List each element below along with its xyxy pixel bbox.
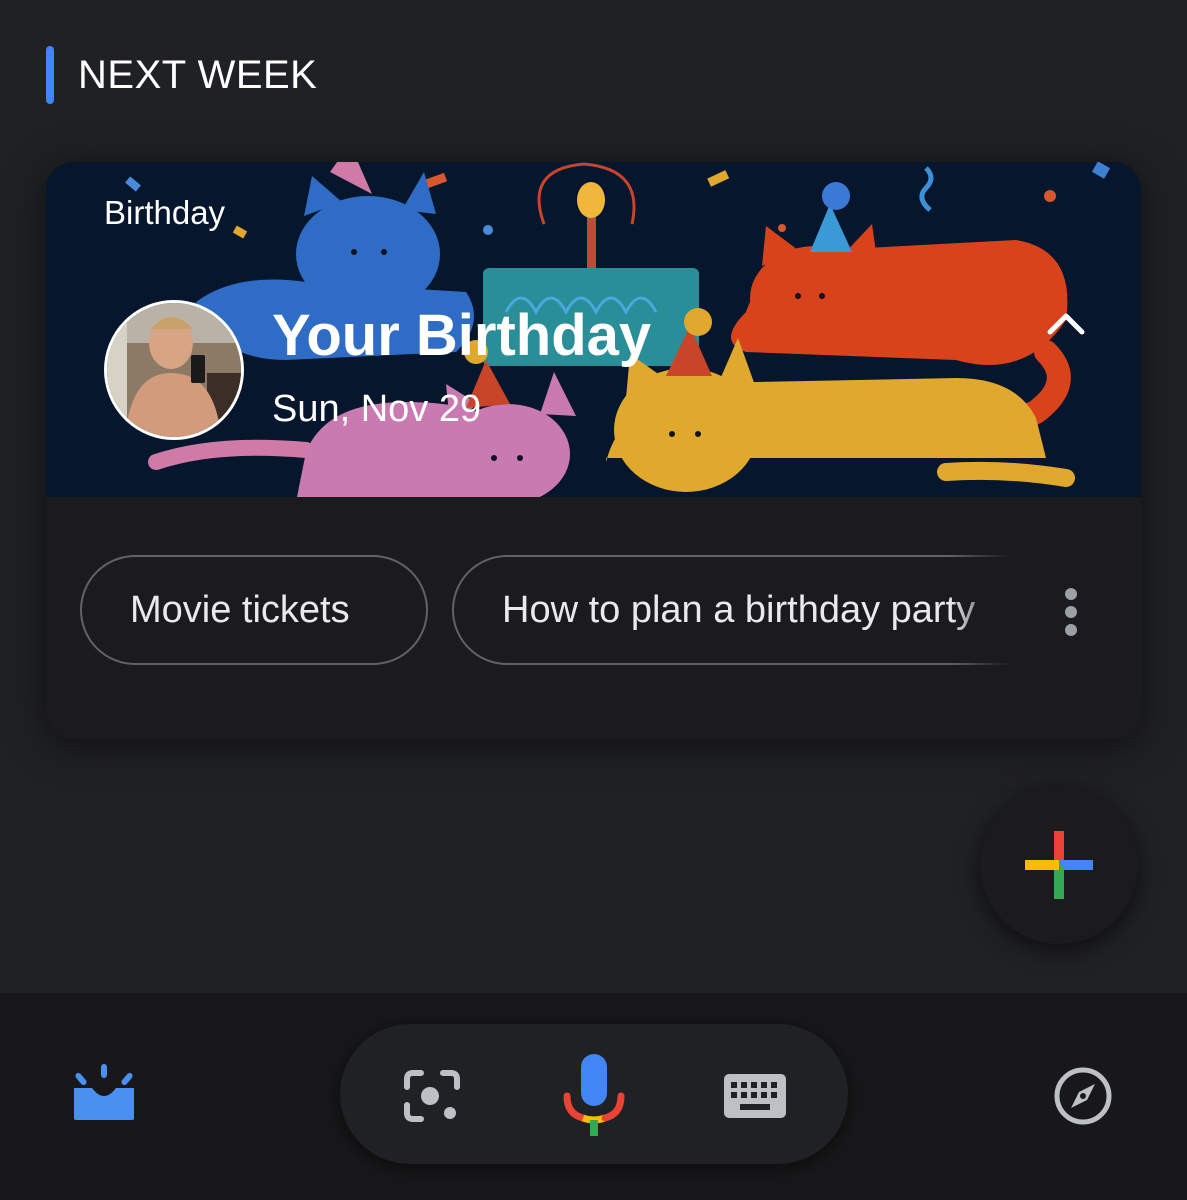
add-fab[interactable] — [980, 786, 1138, 944]
voice-search-button[interactable] — [563, 1054, 625, 1143]
explore-button[interactable] — [1053, 1066, 1113, 1131]
event-type-label: Birthday — [104, 194, 226, 231]
birthday-card[interactable]: Birthday Your Birthday Sun, Nov 29 Movie… — [46, 162, 1141, 739]
chevron-up-icon — [1047, 313, 1085, 335]
section-header: NEXT WEEK — [46, 46, 317, 104]
compass-icon — [1054, 1067, 1112, 1125]
updates-button[interactable] — [72, 1064, 136, 1127]
mic-icon — [563, 1054, 625, 1136]
chips-fade — [950, 555, 1010, 669]
avatar — [104, 300, 244, 440]
suggestion-chips: Movie tickets How to plan a birthday par… — [80, 555, 1010, 669]
section-title: NEXT WEEK — [78, 52, 318, 97]
lens-button[interactable] — [403, 1069, 461, 1128]
suggestion-chip[interactable]: Movie tickets — [80, 555, 428, 665]
suggestion-chip[interactable]: How to plan a birthday party — [452, 555, 1010, 665]
lens-icon — [404, 1070, 460, 1122]
birthday-banner: Birthday Your Birthday Sun, Nov 29 — [46, 162, 1141, 497]
keyboard-icon — [724, 1074, 786, 1118]
updates-icon — [74, 1064, 134, 1120]
assistant-screen: NEXT WEEK Birthday Your Birthday Sun, No… — [0, 0, 1187, 1200]
plus-icon — [1025, 831, 1093, 899]
keyboard-button[interactable] — [724, 1074, 786, 1123]
collapse-button[interactable] — [1046, 310, 1100, 364]
event-date: Sun, Nov 29 — [272, 388, 482, 430]
event-title: Your Birthday — [272, 303, 652, 368]
more-vert-icon — [1065, 588, 1077, 636]
more-options-button[interactable] — [1056, 586, 1086, 638]
section-accent-bar — [46, 46, 54, 104]
